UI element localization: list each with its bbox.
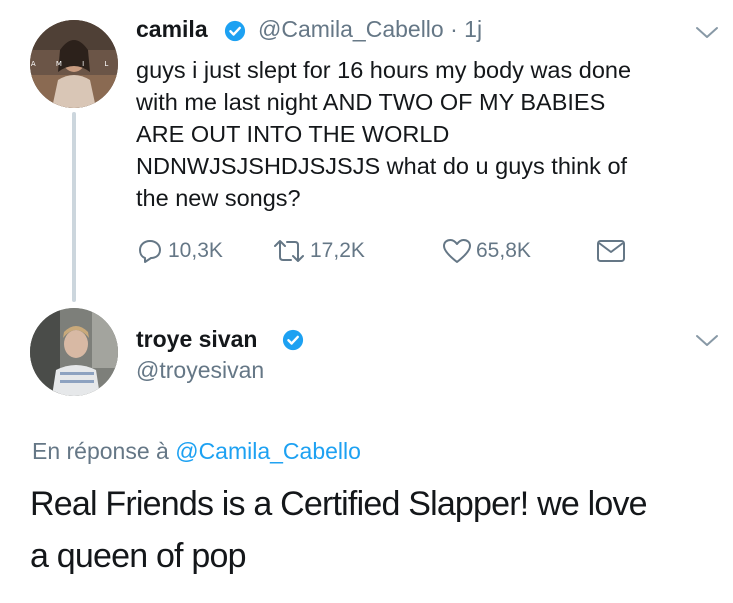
reply-to-label: En réponse à: [32, 438, 169, 464]
verified-badge-icon: [224, 20, 246, 42]
tweet-author-handle[interactable]: @Camila_Cabello · 1j: [258, 16, 482, 43]
tweet-text-line: guys i just slept for 16 hours my body w…: [136, 57, 632, 83]
like-button[interactable]: 65,8K: [442, 236, 531, 266]
reply-to-handle-link[interactable]: @Camila_Cabello: [175, 438, 361, 464]
reply-author-name[interactable]: troye sivan: [136, 326, 257, 353]
tweet-text: guys i just slept for 16 hours my body w…: [136, 54, 721, 214]
troye-avatar[interactable]: [30, 308, 118, 396]
tweet-time[interactable]: · 1j: [450, 16, 482, 42]
direct-message-button[interactable]: [596, 236, 626, 266]
tweet-text-line: the new songs?: [136, 185, 301, 211]
chevron-down-icon[interactable]: [695, 334, 719, 348]
retweet-icon: [274, 240, 304, 262]
like-icon: [443, 239, 471, 263]
tweet-text-line: ARE OUT INTO THE WORLD: [136, 121, 450, 147]
tweet-text-line: NDNWJSJSHDJSJSJS what do u guys think of: [136, 153, 628, 179]
reply-context: En réponse à @Camila_Cabello: [32, 438, 361, 465]
verified-badge-icon: [282, 329, 304, 351]
retweet-button[interactable]: 17,2K: [272, 236, 365, 266]
reply-author-handle[interactable]: @troyesivan: [136, 357, 264, 384]
reply-text-line: Real Friends is a Certified Slapper! we …: [30, 485, 648, 523]
reply-icon: [139, 240, 161, 263]
reply-text-line: a queen of pop: [30, 537, 246, 575]
avatar-lettering: C A M I L A: [30, 60, 118, 68]
like-count: 65,8K: [476, 239, 531, 262]
chevron-down-icon[interactable]: [695, 26, 719, 40]
camila-avatar[interactable]: C A M I L A: [30, 20, 118, 108]
thread-line: [72, 112, 76, 302]
tweet-text-line: with me last night AND TWO OF MY BABIES: [136, 89, 606, 115]
reply-count: 10,3K: [168, 239, 223, 262]
reply-button[interactable]: 10,3K: [136, 236, 223, 266]
reply-text: Real Friends is a Certified Slapper! we …: [30, 478, 730, 582]
retweet-count: 17,2K: [310, 239, 365, 262]
tweet-author-name[interactable]: camila: [136, 16, 208, 43]
direct-message-icon: [597, 240, 625, 262]
